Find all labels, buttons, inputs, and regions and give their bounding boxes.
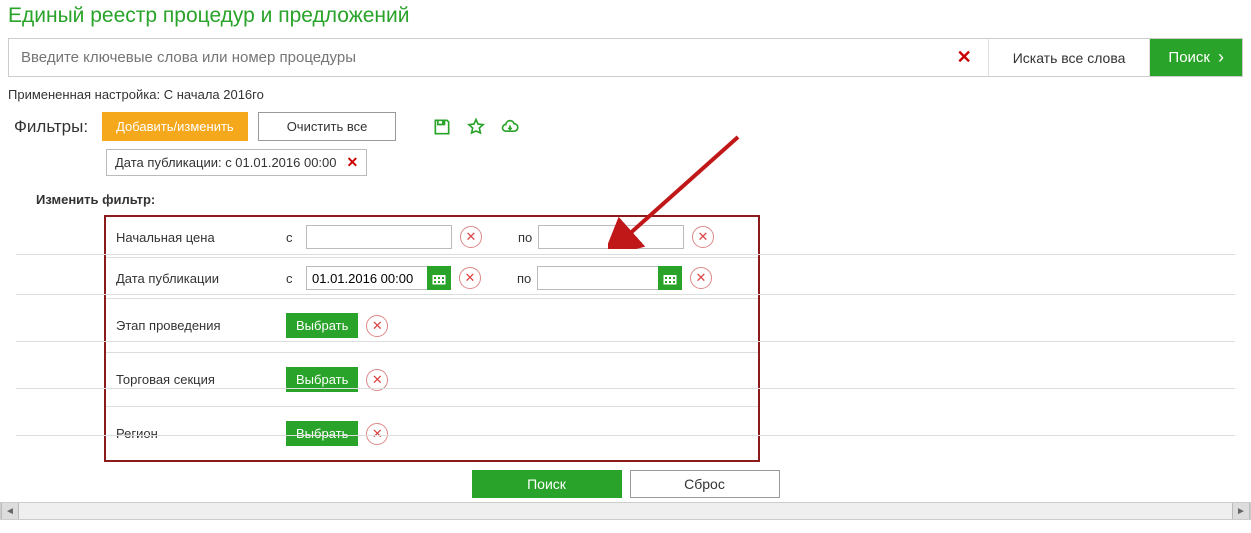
chip-label: Дата публикации: с 01.01.2016 00:00 <box>115 155 337 170</box>
form-reset-button[interactable]: Сброс <box>630 470 780 498</box>
horizontal-scrollbar[interactable]: ◄ ► <box>0 502 1251 520</box>
clear-pubdate-from-icon[interactable]: ✕ <box>459 267 481 289</box>
pubdate-from-input[interactable] <box>306 266 428 290</box>
pubdate-to-input[interactable] <box>537 266 659 290</box>
label-section: Торговая секция <box>116 372 286 387</box>
active-filter-chips: Дата публикации: с 01.01.2016 00:00 ✕ <box>8 149 1243 176</box>
page-title: Единый реестр процедур и предложений <box>8 4 1243 28</box>
search-input[interactable] <box>9 39 941 76</box>
to-prefix: по <box>517 271 537 286</box>
search-input-wrap: ✕ <box>9 39 989 76</box>
clear-pubdate-to-icon[interactable]: ✕ <box>690 267 712 289</box>
search-bar: ✕ Искать все слова Поиск › <box>8 38 1243 77</box>
row-region: Регион Выбрать ✕ <box>106 407 758 460</box>
label-region: Регион <box>116 426 286 441</box>
applied-prefix: Примененная настройка: <box>8 87 160 102</box>
applied-value: С начала 2016го <box>164 87 264 102</box>
edit-filter-heading: Изменить фильтр: <box>36 192 1243 207</box>
search-button[interactable]: Поиск › <box>1150 39 1242 76</box>
add-edit-filter-button[interactable]: Добавить/изменить <box>102 112 248 141</box>
label-stage: Этап проведения <box>116 318 286 333</box>
row-price: Начальная цена с ✕ по ✕ <box>106 217 758 258</box>
form-search-button[interactable]: Поиск <box>472 470 622 498</box>
price-from-input[interactable] <box>306 225 452 249</box>
price-to-input[interactable] <box>538 225 684 249</box>
label-price: Начальная цена <box>116 230 286 245</box>
from-prefix: с <box>286 271 306 286</box>
clear-region-icon[interactable]: ✕ <box>366 423 388 445</box>
from-prefix: с <box>286 230 306 245</box>
select-stage-button[interactable]: Выбрать <box>286 313 358 338</box>
clear-search-icon[interactable]: ✕ <box>941 47 988 68</box>
filter-area: Начальная цена с ✕ по ✕ Дата публикации … <box>8 215 1243 462</box>
calendar-to-icon[interactable] <box>658 266 682 290</box>
filters-toolbar: Фильтры: Добавить/изменить Очистить все <box>8 112 1243 141</box>
form-action-buttons: Поиск Сброс <box>8 470 1243 498</box>
row-stage: Этап проведения Выбрать ✕ <box>106 299 758 353</box>
search-mode-dropdown[interactable]: Искать все слова <box>989 39 1151 76</box>
clear-price-to-icon[interactable]: ✕ <box>692 226 714 248</box>
label-pubdate: Дата публикации <box>116 271 286 286</box>
scroll-right-icon[interactable]: ► <box>1232 503 1250 519</box>
filter-form-box: Начальная цена с ✕ по ✕ Дата публикации … <box>104 215 760 462</box>
search-button-label: Поиск <box>1168 49 1210 66</box>
remove-chip-icon[interactable]: ✕ <box>347 154 359 171</box>
clear-price-from-icon[interactable]: ✕ <box>460 226 482 248</box>
to-prefix: по <box>518 230 538 245</box>
applied-settings-row: Примененная настройка: С начала 2016го <box>8 87 1243 102</box>
clear-stage-icon[interactable]: ✕ <box>366 315 388 337</box>
filter-chip-pubdate: Дата публикации: с 01.01.2016 00:00 ✕ <box>106 149 367 176</box>
cloud-download-icon[interactable] <box>498 115 522 139</box>
select-region-button[interactable]: Выбрать <box>286 421 358 446</box>
save-icon[interactable] <box>430 115 454 139</box>
clear-all-button[interactable]: Очистить все <box>258 112 397 141</box>
calendar-from-icon[interactable] <box>427 266 451 290</box>
row-pubdate: Дата публикации с ✕ по ✕ <box>106 258 758 299</box>
star-icon[interactable] <box>464 115 488 139</box>
row-section: Торговая секция Выбрать ✕ <box>106 353 758 407</box>
filters-label: Фильтры: <box>14 117 88 137</box>
scroll-left-icon[interactable]: ◄ <box>1 503 19 519</box>
scroll-track[interactable] <box>19 503 1232 519</box>
chevron-right-icon: › <box>1218 47 1224 68</box>
